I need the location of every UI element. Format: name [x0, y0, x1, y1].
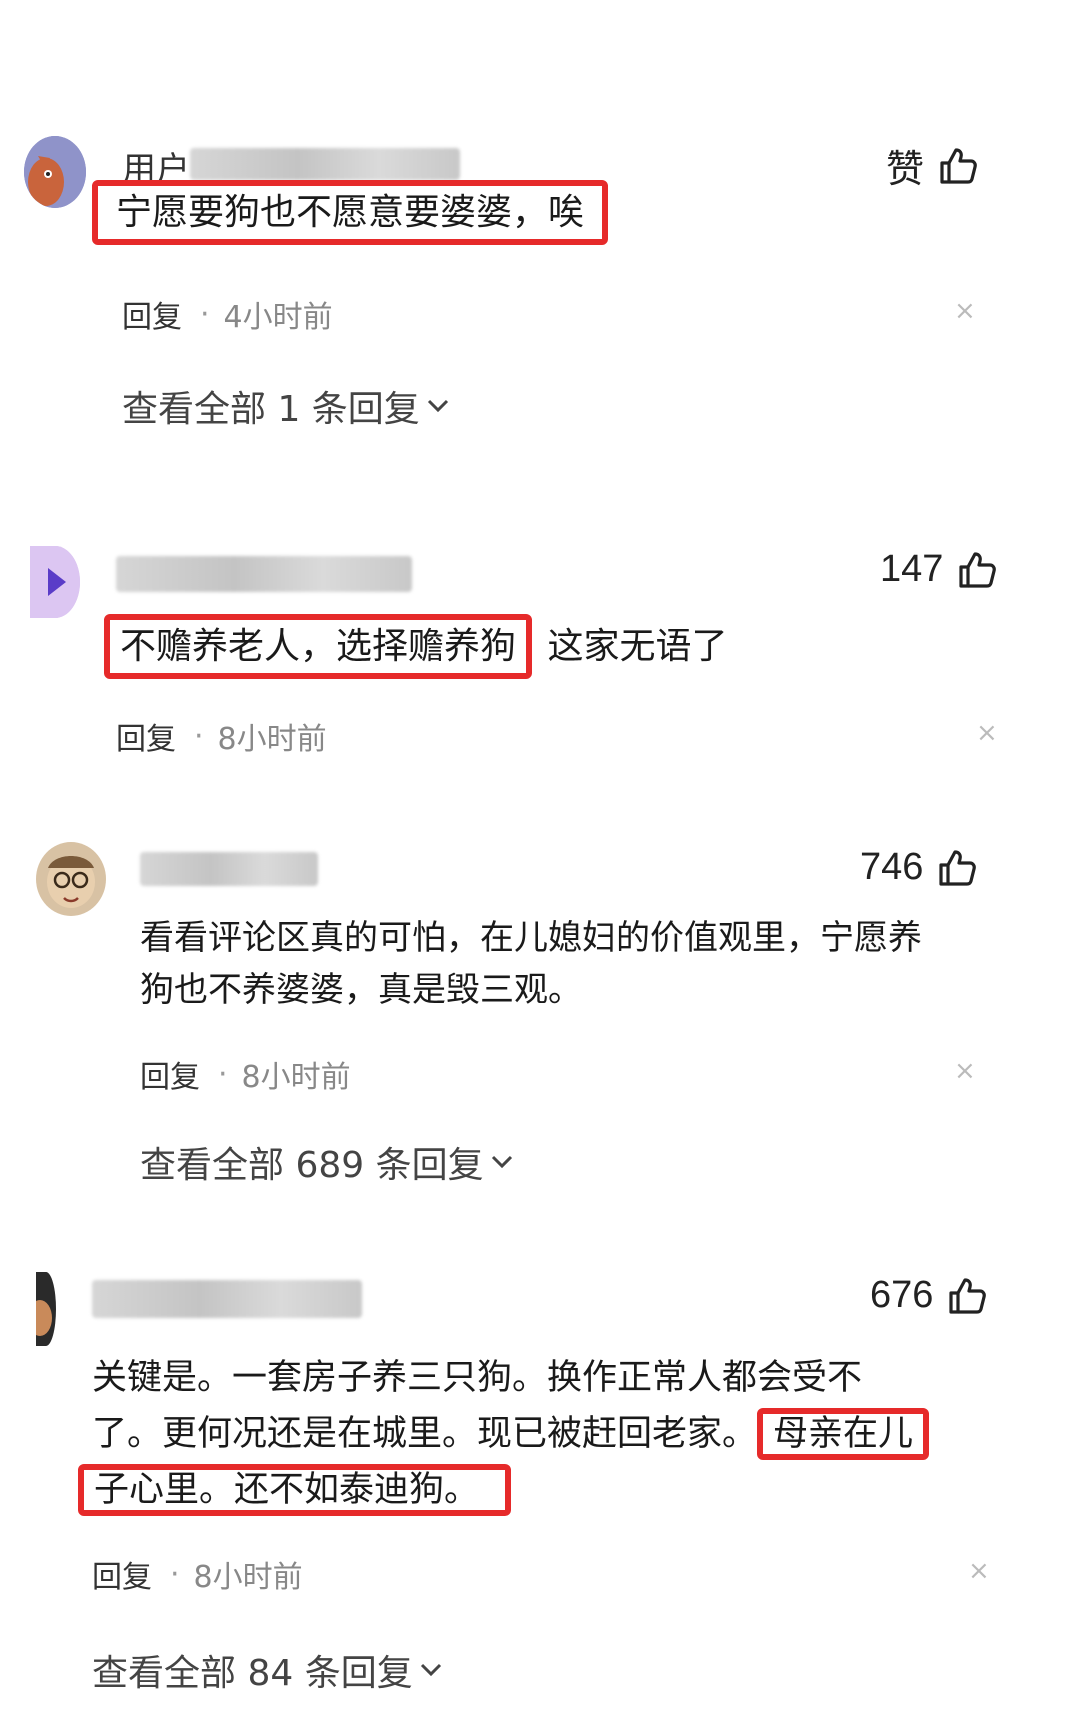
- dismiss-icon[interactable]: ×: [968, 1556, 990, 1586]
- reply-button[interactable]: 回复: [140, 1052, 200, 1096]
- blurred-username: [190, 148, 460, 180]
- thumbs-up-icon[interactable]: [938, 146, 978, 186]
- view-all-label: 查看全部 1 条回复: [122, 389, 420, 430]
- dismiss-icon[interactable]: ×: [954, 296, 976, 326]
- dismiss-icon[interactable]: ×: [954, 1056, 976, 1086]
- separator: ·: [200, 296, 210, 332]
- chevron-down-icon: [490, 1154, 514, 1170]
- like-count: 676: [870, 1274, 934, 1316]
- thumbs-up-icon[interactable]: [947, 1276, 987, 1316]
- dismiss-icon[interactable]: ×: [976, 718, 998, 748]
- chevron-down-icon: [419, 1662, 443, 1678]
- avatar[interactable]: [36, 1272, 56, 1346]
- reply-button[interactable]: 回复: [116, 714, 176, 758]
- timestamp: 8小时前: [241, 1060, 351, 1095]
- chevron-down-icon: [426, 398, 450, 414]
- blurred-username: [92, 1280, 362, 1318]
- highlighted-text: 母亲在儿: [757, 1408, 930, 1460]
- comment-text: 关键是。一套房子养三只狗。换作正常人都会受不 了。更何况还是在城里。现已被赶回老…: [78, 1350, 930, 1518]
- like-button[interactable]: 746: [860, 846, 977, 889]
- comment-meta: 回复 · 8小时前: [116, 714, 327, 758]
- comment-meta: 回复 · 8小时前: [92, 1552, 303, 1596]
- highlighted-text: 子心里。还不如泰迪狗。: [78, 1464, 512, 1516]
- highlighted-text: 不赡养老人，选择赡养狗: [104, 614, 533, 679]
- avatar[interactable]: [24, 136, 86, 208]
- view-all-replies[interactable]: 查看全部 84 条回复: [92, 1644, 443, 1696]
- like-button[interactable]: 147: [880, 548, 997, 591]
- avatar[interactable]: [30, 546, 80, 618]
- timestamp: 4小时前: [223, 300, 333, 335]
- like-label: 赞: [886, 147, 925, 191]
- timestamp: 8小时前: [217, 722, 327, 757]
- view-all-label: 查看全部 84 条回复: [92, 1653, 413, 1694]
- blurred-username: [116, 556, 412, 592]
- comment-text: 宁愿要狗也不愿意要婆婆，唉: [92, 180, 609, 245]
- separator: ·: [218, 1056, 228, 1092]
- view-all-replies[interactable]: 查看全部 1 条回复: [122, 380, 450, 432]
- like-button[interactable]: 676: [870, 1274, 987, 1317]
- reply-button[interactable]: 回复: [122, 292, 182, 336]
- comment-text: 不赡养老人，选择赡养狗 这家无语了: [104, 614, 728, 679]
- separator: ·: [170, 1556, 180, 1592]
- thumbs-up-icon[interactable]: [937, 848, 977, 888]
- comment-text-line: 关键是。一套房子养三只狗。换作正常人都会受不: [92, 1358, 863, 1398]
- comment-text-line: 了。更何况还是在城里。现已被赶回老家。 母亲在儿: [92, 1406, 930, 1462]
- comment-text-rest: 这家无语了: [547, 626, 728, 667]
- like-count: 147: [880, 548, 944, 590]
- comment-text-line: 看看评论区真的可怕，在儿媳妇的价值观里，宁愿养: [140, 918, 922, 958]
- highlighted-text: 宁愿要狗也不愿意要婆婆，唉: [92, 180, 609, 245]
- view-all-label: 查看全部 689 条回复: [140, 1145, 484, 1186]
- avatar[interactable]: [36, 842, 106, 916]
- comment-text: 看看评论区真的可怕，在儿媳妇的价值观里，宁愿养 狗也不养婆婆，真是毁三观。: [140, 912, 922, 1016]
- comment-text-line: 狗也不养婆婆，真是毁三观。: [140, 970, 582, 1010]
- timestamp: 8小时前: [193, 1560, 303, 1595]
- like-button[interactable]: 赞: [886, 138, 978, 193]
- separator: ·: [194, 718, 204, 754]
- reply-button[interactable]: 回复: [92, 1552, 152, 1596]
- view-all-replies[interactable]: 查看全部 689 条回复: [140, 1136, 514, 1188]
- thumbs-up-icon[interactable]: [957, 550, 997, 590]
- comment-meta: 回复 · 8小时前: [140, 1052, 351, 1096]
- like-count: 746: [860, 846, 924, 888]
- comment-text-plain: 了。更何况还是在城里。现已被赶回老家。: [92, 1414, 758, 1454]
- blurred-username: [140, 852, 318, 886]
- comment-text-line: 子心里。还不如泰迪狗。: [78, 1462, 929, 1518]
- comment-meta: 回复 · 4小时前: [122, 292, 333, 336]
